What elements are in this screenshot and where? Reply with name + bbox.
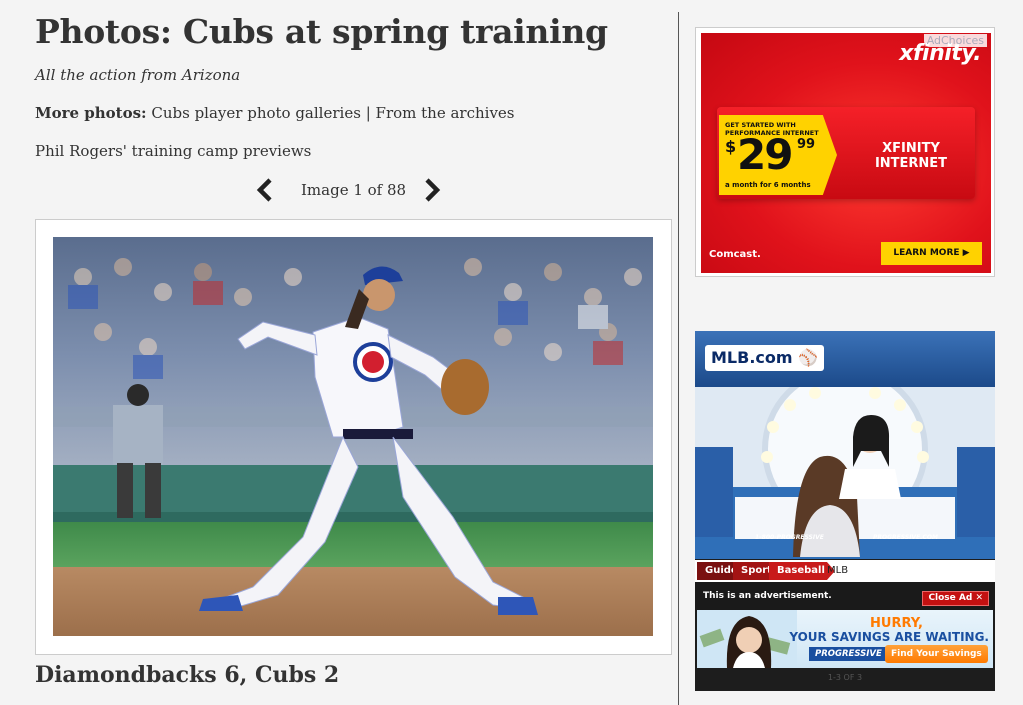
hurry-text: HURRY, [870,616,923,631]
archives-link[interactable]: From the archives [376,104,515,122]
more-photos-line: More photos: Cubs player photo galleries… [35,104,515,122]
page-title: Photos: Cubs at spring training [35,12,608,51]
pitcher-photo-image [53,237,653,636]
gallery-pager: Image 1 of 88 [35,176,672,204]
video-player[interactable]: 1-800-PROGRESSIVE PROGRESSIVE.COM [695,387,995,559]
link-separator: | [365,104,371,122]
article-main: Photos: Cubs at spring training All the … [35,0,672,705]
find-savings-button[interactable]: Find Your Savings [885,645,988,663]
photo-caption: Diamondbacks 6, Cubs 2 [35,662,340,688]
xfinity-ad-creative[interactable]: AdChoices xfinity. GET STARTED WITH PERF… [701,33,991,273]
product-name: XFINITY INTERNET [874,141,948,171]
ad-notice-text: This is an advertisement. [703,591,832,601]
price-amount: 29 [737,130,793,179]
offer-term-text: a month for 6 months [725,181,811,189]
player-galleries-link[interactable]: Cubs player photo galleries [151,104,361,122]
comcast-logo: Comcast. [709,249,761,260]
flo-image [697,610,797,668]
gallery-photo[interactable] [53,237,653,636]
close-ad-button[interactable]: Close Ad ✕ [922,591,989,606]
xfinity-ad: AdChoices xfinity. GET STARTED WITH PERF… [695,27,995,277]
sidebar: AdChoices xfinity. GET STARTED WITH PERF… [695,0,995,705]
breadcrumb-baseball[interactable]: Baseball [769,562,835,580]
slide-counter: 1-3 OF 3 [827,673,863,682]
mlb-logo[interactable]: MLB.com ⚾ [705,345,825,371]
price-tag: GET STARTED WITH PERFORMANCE INTERNET $ … [719,115,837,195]
mlb-batter-icon: ⚾ [798,348,819,367]
learn-more-button[interactable]: LEARN MORE ▶ [881,242,982,265]
mlb-logo-suffix: .com [749,348,793,367]
video-site: PROGRESSIVE.COM [873,534,938,541]
next-image-button[interactable] [418,176,444,204]
column-divider [678,12,679,705]
training-camp-previews-link[interactable]: Phil Rogers' training camp previews [35,142,311,160]
more-photos-label: More photos: [35,104,147,122]
mlb-video-ad: MLB.com ⚾ 1-800-PROGRESSIVE PROGRESSIVE.… [695,331,995,691]
commercial-frame-image: 1-800-PROGRESSIVE PROGRESSIVE.COM [695,387,995,559]
progressive-banner[interactable]: HURRY, YOUR SAVINGS ARE WAITING. PROGRES… [697,610,993,668]
chevron-left-icon [256,178,272,202]
prev-image-button[interactable] [253,176,279,204]
mlb-header: MLB.com ⚾ [695,331,995,387]
photo-frame [35,219,672,655]
page-subtitle: All the action from Arizona [35,66,241,84]
chevron-right-icon [425,178,441,202]
ad-notice-strip: This is an advertisement. Close Ad ✕ [695,582,995,610]
price-cents: 99 [797,137,816,152]
price-currency: $ [725,137,737,156]
ad-breadcrumb: Guide Sport Baseball MLB [695,560,995,582]
breadcrumb-mlb: MLB [827,565,849,576]
progressive-logo: PROGRESSIVE [809,647,888,661]
adchoices-link[interactable]: AdChoices [923,34,987,47]
image-counter: Image 1 of 88 [301,181,407,199]
mlb-logo-text: MLB [711,348,750,367]
video-phone: 1-800-PROGRESSIVE [755,534,825,541]
savings-text: YOUR SAVINGS ARE WAITING. [789,630,989,644]
